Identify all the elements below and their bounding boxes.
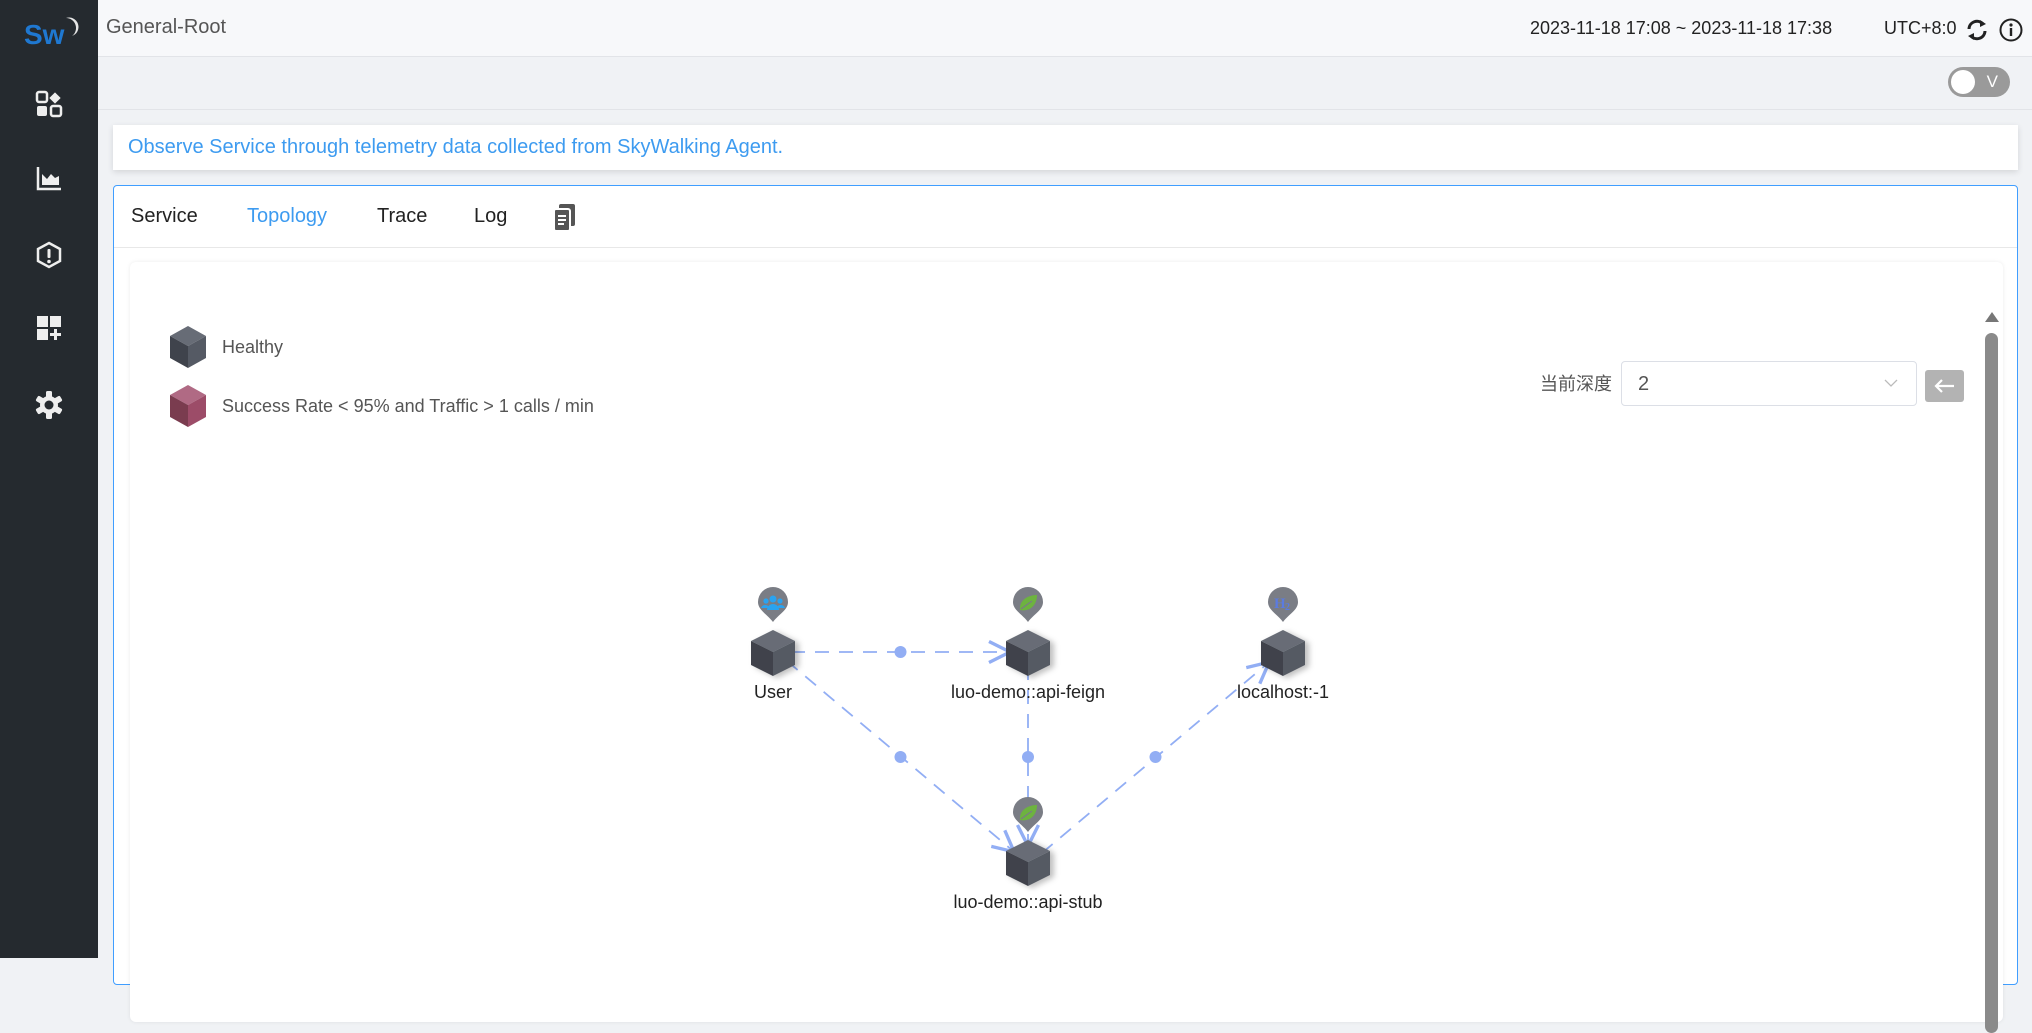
header: General-Root 2023-11-18 17:08 ~ 2023-11-… [98,0,2032,57]
sidebar-item-alarm[interactable] [29,235,69,275]
refresh-icon[interactable] [1964,17,1990,43]
alarm-icon [36,241,62,269]
edge-midpoint[interactable] [1022,751,1034,763]
toggle-knob [1951,70,1975,94]
sidebar-item-metrics[interactable] [29,158,69,198]
sidebar: Sw [0,0,98,958]
users-icon [758,587,788,622]
node-label: luo-demo::api-stub [953,892,1102,912]
page-title: General-Root [106,16,227,38]
topology-canvas[interactable]: User luo-demo::api-feign H 2localhost:-1luo… [130,262,2003,1022]
sidebar-item-settings[interactable] [29,385,69,425]
edge-midpoint[interactable] [894,751,907,763]
gear-icon [35,391,63,419]
description-banner: Observe Service through telemetry data c… [113,125,2018,170]
tab-bar: Service Topology Trace Log [114,186,2017,248]
dashboard-icon [35,90,63,118]
toggle-label: V [1986,72,1998,91]
spring-leaf-icon [1013,587,1043,622]
tab-service[interactable]: Service [131,205,198,228]
time-range-picker[interactable]: 2023-11-18 17:08 ~ 2023-11-18 17:38 [1530,18,1832,39]
description-text: Observe Service through telemetry data c… [128,136,784,158]
toolbar: V [98,57,2032,110]
sidebar-item-dashboards[interactable] [29,84,69,124]
view-mode-toggle[interactable]: V [1948,67,2010,97]
tab-log[interactable]: Log [474,205,507,228]
tab-trace[interactable]: Trace [377,205,427,228]
sidebar-item-marketplace[interactable] [29,308,69,348]
topology-graph-card: Healthy Success Rate < 95% and Traffic >… [130,262,2003,1033]
timezone-label: UTC+8:0 [1884,18,1957,38]
h2-database-icon: H2 [1268,587,1298,622]
node-label: luo-demo::api-feign [951,682,1105,702]
tabs-panel: Service Topology Trace Log Healthy Succe… [113,185,2018,1033]
node-label: User [754,682,792,702]
topology-edge-user-feign[interactable] [791,646,1010,658]
skywalking-logo[interactable]: Sw [22,12,82,52]
service-cube-icon [751,630,795,676]
topology-node-user[interactable]: User [751,587,795,702]
topology-node-stub[interactable]: luo-demo::api-stub [953,797,1103,912]
add-widget-icon [37,316,61,340]
spring-leaf-icon [1013,797,1043,832]
topology-node-feign[interactable]: luo-demo::api-feign [951,587,1105,702]
service-cube-icon [1261,630,1305,676]
edge-midpoint[interactable] [894,646,907,658]
edge-midpoint[interactable] [1149,751,1162,763]
area-chart-icon [36,167,61,191]
svg-text:2: 2 [1285,602,1290,613]
info-icon[interactable] [1998,17,2024,43]
copy-icon[interactable] [552,203,578,233]
node-label: localhost:-1 [1237,682,1329,702]
service-cube-icon [1006,840,1050,886]
svg-text:Sw: Sw [24,19,65,50]
service-cube-icon [1006,630,1050,676]
topology-node-h2[interactable]: H 2 localhost:-1 [1237,587,1329,702]
tab-topology[interactable]: Topology [247,205,327,228]
